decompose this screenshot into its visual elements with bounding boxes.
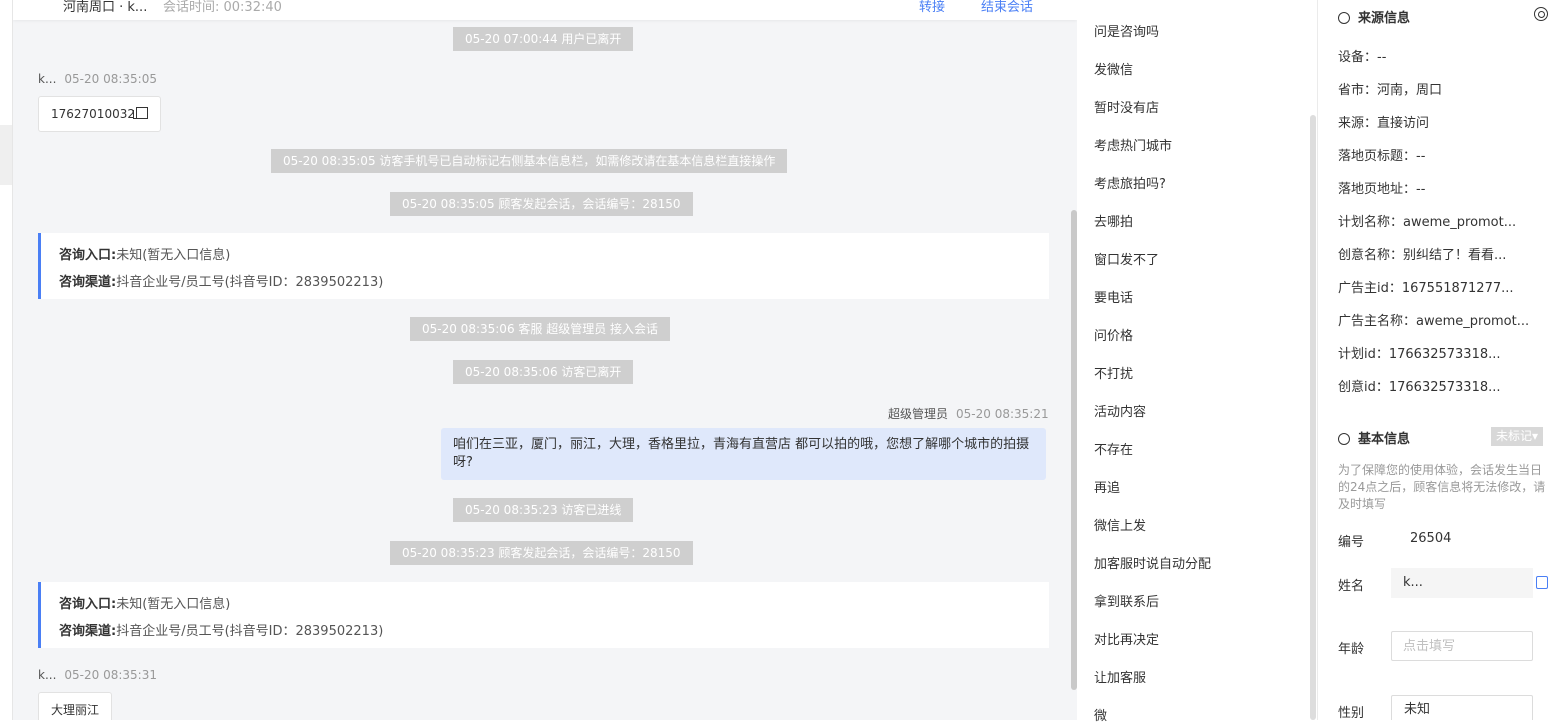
- quick-reply-item[interactable]: 对比再决定: [1094, 629, 1159, 648]
- quick-reply-item[interactable]: 发微信: [1094, 59, 1133, 78]
- entry-label: 咨询入口:: [59, 248, 117, 263]
- channel-label: 咨询渠道:: [59, 275, 117, 290]
- quick-reply-item[interactable]: 暂时没有店: [1094, 97, 1159, 116]
- source-item: 落地页标题：--: [1338, 149, 1426, 164]
- copy-icon[interactable]: [1536, 576, 1548, 589]
- left-edge: [0, 0, 13, 720]
- source-item: 广告主id：167551871277...: [1338, 281, 1514, 296]
- quick-reply-item[interactable]: 再追: [1094, 477, 1120, 496]
- system-message: 05-20 08:35:23 顾客发起会话，会话编号：28150: [390, 541, 693, 565]
- system-message: 05-20 08:35:05 访客手机号已自动标记右侧基本信息栏，如需修改请在基…: [271, 149, 788, 173]
- basic-title-text: 基本信息: [1358, 432, 1411, 447]
- name-field[interactable]: k...: [1391, 568, 1533, 598]
- message-meta: k... 05-20 08:35:05: [38, 72, 157, 86]
- chat-panel: 河南周口 · k... 会话时间: 00:32:40 转接 结束会话 05-20…: [13, 0, 1077, 720]
- info-note: 为了保障您的使用体验，会话发生当日的24点之后，顾客信息将无法修改，请及时填写: [1338, 463, 1546, 511]
- user-icon: [1338, 433, 1350, 445]
- consult-entry-card: 咨询入口:未知(暂无入口信息) 咨询渠道:抖音企业号/员工号(抖音号ID：283…: [38, 233, 1049, 299]
- gender-label: 性别: [1338, 706, 1365, 720]
- consult-entry-card: 咨询入口:未知(暂无入口信息) 咨询渠道:抖音企业号/员工号(抖音号ID：283…: [38, 582, 1049, 648]
- message-meta: 超级管理员 05-20 08:35:21: [888, 405, 1049, 422]
- name-label: 姓名: [1338, 579, 1365, 594]
- quick-reply-item[interactable]: 不打扰: [1094, 363, 1133, 382]
- mark-dropdown[interactable]: 未标记▾: [1491, 427, 1544, 446]
- quick-reply-item[interactable]: 考虑热门城市: [1094, 135, 1172, 154]
- quick-reply-item[interactable]: 微: [1094, 705, 1107, 724]
- source-item: 计划id：176632573318...: [1338, 347, 1501, 362]
- message-time: 05-20 08:35:05: [64, 72, 157, 86]
- quick-reply-item[interactable]: 加客服时说自动分配: [1094, 553, 1211, 572]
- quick-reply-item[interactable]: 拿到联系后: [1094, 591, 1159, 610]
- end-session-button[interactable]: 结束会话: [981, 0, 1033, 15]
- system-message: 05-20 08:35:06 访客已离开: [453, 360, 634, 384]
- quick-reply-item[interactable]: 去哪拍: [1094, 211, 1133, 230]
- source-item: 来源：直接访问: [1338, 116, 1430, 131]
- source-item: 设备：--: [1338, 50, 1387, 65]
- collapse-handle[interactable]: [0, 125, 12, 185]
- basic-info-title: 基本信息: [1338, 428, 1410, 447]
- message-text: 17627010032: [51, 107, 135, 121]
- quick-reply-list: 问是咨询吗 发微信 暂时没有店 考虑热门城市 考虑旅拍吗? 去哪拍 窗口发不了 …: [1078, 0, 1308, 724]
- quick-reply-item[interactable]: 微信上发: [1094, 515, 1146, 534]
- quick-reply-item[interactable]: 问是咨询吗: [1094, 21, 1159, 40]
- visitor-message: 17627010032: [38, 96, 161, 132]
- entry-value: 未知(暂无入口信息): [116, 597, 231, 612]
- sender-name: 超级管理员: [888, 407, 949, 421]
- visitor-message: 大理丽江: [38, 692, 113, 720]
- agent-message: 咱们在三亚，厦门，丽江，大理，香格里拉，青海有直营店 都可以拍的哦，您想了解哪个…: [441, 428, 1046, 480]
- quick-reply-item[interactable]: 让加客服: [1094, 667, 1146, 686]
- quick-reply-item[interactable]: 活动内容: [1094, 401, 1146, 420]
- source-item: 落地页地址：--: [1338, 182, 1426, 197]
- id-label: 编号: [1338, 535, 1365, 550]
- transfer-button[interactable]: 转接: [919, 0, 945, 15]
- quick-reply-item[interactable]: 问价格: [1094, 325, 1133, 344]
- chat-title: 河南周口 · k...: [63, 0, 148, 15]
- age-label: 年龄: [1338, 642, 1365, 657]
- chat-scrollbar[interactable]: [1071, 210, 1077, 690]
- system-message: 05-20 07:00:44 用户已离开: [453, 27, 634, 51]
- system-message: 05-20 08:35:06 客服 超级管理员 接入会话: [410, 317, 671, 341]
- quick-reply-scrollbar[interactable]: [1310, 115, 1316, 720]
- session-duration: 会话时间: 00:32:40: [163, 0, 282, 15]
- channel-label: 咨询渠道:: [59, 624, 117, 639]
- channel-value: 抖音企业号/员工号(抖音号ID：2839502213): [116, 275, 384, 290]
- quick-reply-item[interactable]: 不存在: [1094, 439, 1133, 458]
- chat-header: 河南周口 · k... 会话时间: 00:32:40 转接 结束会话: [13, 0, 1077, 20]
- entry-label: 咨询入口:: [59, 597, 117, 612]
- message-time: 05-20 08:35:21: [956, 407, 1049, 421]
- source-item: 创意id：176632573318...: [1338, 380, 1501, 395]
- settings-icon[interactable]: [1534, 7, 1548, 21]
- location-icon: [1338, 12, 1350, 24]
- message-meta: k... 05-20 08:35:31: [38, 668, 157, 682]
- source-title-text: 来源信息: [1358, 11, 1411, 26]
- sender-name: k...: [38, 668, 57, 682]
- message-text: 大理丽江: [51, 703, 100, 717]
- customer-info-panel: 来源信息 设备：-- 省市：河南，周口 来源：直接访问 落地页标题：-- 落地页…: [1318, 0, 1566, 720]
- sender-name: k...: [38, 72, 57, 86]
- system-message: 05-20 08:35:05 顾客发起会话，会话编号：28150: [390, 192, 693, 216]
- source-item: 省市：河南，周口: [1338, 83, 1443, 98]
- channel-value: 抖音企业号/员工号(抖音号ID：2839502213): [116, 624, 384, 639]
- system-message: 05-20 08:35:23 访客已进线: [453, 498, 634, 522]
- quick-reply-item[interactable]: 窗口发不了: [1094, 249, 1159, 268]
- source-item: 创意名称：别纠结了！看看...: [1338, 248, 1507, 263]
- age-input[interactable]: [1391, 631, 1533, 661]
- quick-reply-item[interactable]: 考虑旅拍吗?: [1094, 173, 1166, 192]
- quick-reply-item[interactable]: 要电话: [1094, 287, 1133, 306]
- copy-icon[interactable]: [132, 107, 148, 119]
- source-item: 计划名称：aweme_promot...: [1338, 215, 1517, 230]
- gender-select[interactable]: 未知: [1391, 695, 1533, 720]
- id-value: 26504: [1410, 531, 1452, 546]
- source-info-title: 来源信息: [1338, 7, 1410, 26]
- message-time: 05-20 08:35:31: [64, 668, 157, 682]
- entry-value: 未知(暂无入口信息): [116, 248, 231, 263]
- source-item: 广告主名称：aweme_promot...: [1338, 314, 1530, 329]
